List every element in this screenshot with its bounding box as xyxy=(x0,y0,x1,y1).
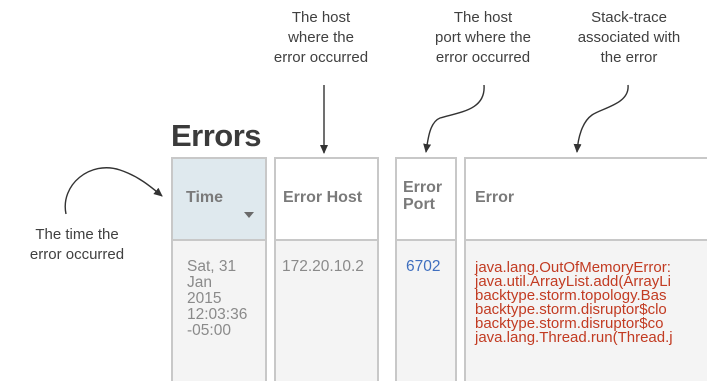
annotation-line: port where the xyxy=(435,29,531,46)
annotation-line: The host xyxy=(453,9,513,26)
timestamp-line: 12:03:36 xyxy=(187,306,248,323)
error-timestamp: Sat, 31 Jan 2015 12:03:36 -05:00 xyxy=(187,259,262,339)
column-header-error-port[interactable]: Error Port xyxy=(395,157,457,241)
arrow-to-time xyxy=(64,167,163,215)
annotation-error-host: The host where the error occurred xyxy=(246,8,396,68)
table-cell-error: java.lang.OutOfMemoryError: java.util.Ar… xyxy=(464,241,707,381)
annotation-line: Stack-trace xyxy=(591,9,667,26)
column-header-label-line: Port xyxy=(403,196,435,213)
stack-trace-line: java.lang.Thread.run(Thread.j xyxy=(475,329,673,346)
annotation-error-port: The host port where the error occurred xyxy=(408,8,558,68)
timestamp-line: -05:00 xyxy=(187,322,231,339)
timestamp-line: Sat, 31 xyxy=(187,258,237,275)
table-cell-port: 6702 xyxy=(395,241,457,381)
annotation-line: The time the xyxy=(35,226,119,243)
annotation-line: where the xyxy=(288,29,354,46)
column-header-label-line: Error xyxy=(403,179,443,196)
timestamp-line: Jan xyxy=(187,274,212,291)
column-header-label: Error xyxy=(475,189,515,206)
column-header-label: Time xyxy=(186,189,224,206)
error-host-value: 172.20.10.2 xyxy=(282,258,364,275)
error-port-link[interactable]: 6702 xyxy=(406,259,440,275)
annotation-line: associated with xyxy=(577,29,681,46)
timestamp-line: 2015 xyxy=(187,290,222,307)
storm-ui-errors-figure: The host where the error occurred The ho… xyxy=(0,0,707,381)
table-cell-host: 172.20.10.2 xyxy=(274,241,379,381)
annotation-line: The host xyxy=(291,9,351,26)
column-header-label: Error Host xyxy=(283,189,363,206)
arrow-to-stack-trace xyxy=(573,84,629,153)
column-header-error[interactable]: Error xyxy=(464,157,707,241)
annotation-line: the error xyxy=(600,49,658,66)
annotation-time: The time the error occurred xyxy=(0,225,154,265)
table-cell-time: Sat, 31 Jan 2015 12:03:36 -05:00 xyxy=(171,241,267,381)
annotation-line: error occurred xyxy=(435,49,531,66)
column-header-time[interactable]: Time xyxy=(171,157,267,241)
arrow-to-error-port xyxy=(423,84,485,153)
annotation-stack-trace: Stack-trace associated with the error xyxy=(559,8,699,68)
annotation-line: error occurred xyxy=(29,246,125,263)
annotation-line: error occurred xyxy=(273,49,369,66)
column-header-error-host[interactable]: Error Host xyxy=(274,157,379,241)
sort-descending-icon[interactable] xyxy=(244,212,254,218)
errors-section-title: Errors xyxy=(171,118,262,153)
column-header-label: Error Port xyxy=(403,179,453,213)
stack-trace: java.lang.OutOfMemoryError: java.util.Ar… xyxy=(475,260,673,346)
